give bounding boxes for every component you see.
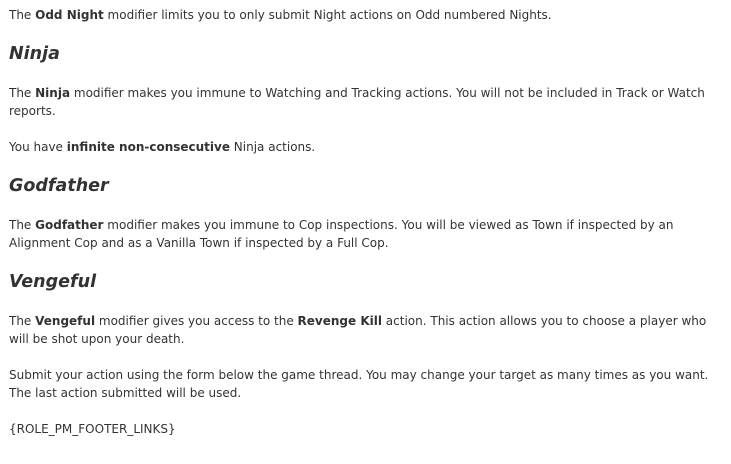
text-run: modifier limits you to only submit Night… — [103, 8, 552, 22]
ninja-actions-term: infinite non-consecutive — [66, 140, 230, 154]
vengeful-term: Vengeful — [35, 314, 96, 328]
odd-night-term: Odd Night — [35, 8, 104, 22]
text-run: Ninja actions. — [229, 140, 316, 154]
text-run: modifier makes you immune to Watching an… — [9, 86, 705, 118]
vengeful-heading: Vengeful — [9, 272, 97, 292]
text-run: The — [9, 314, 36, 328]
text-run: The — [9, 86, 36, 100]
odd-night-description: The Odd Night modifier limits you to onl… — [9, 6, 721, 24]
text-run: modifier makes you immune to Cop inspect… — [9, 218, 674, 250]
text-run: The — [9, 8, 36, 22]
ninja-term: Ninja — [35, 86, 71, 100]
revenge-kill-term: Revenge Kill — [297, 314, 382, 328]
vengeful-description: The Vengeful modifier gives you access t… — [9, 312, 721, 348]
godfather-description: The Godfather modifier makes you immune … — [9, 216, 721, 252]
ninja-description: The Ninja modifier makes you immune to W… — [9, 84, 721, 120]
role-pm-content: The Odd Night modifier limits you to onl… — [0, 0, 731, 464]
godfather-term: Godfather — [35, 218, 104, 232]
text-run: The — [9, 218, 36, 232]
text-run: You have — [9, 140, 67, 154]
footer-links-placeholder: {ROLE_PM_FOOTER_LINKS} — [9, 422, 176, 436]
ninja-actions-note: You have infinite non-consecutive Ninja … — [9, 138, 721, 156]
submit-action-note: Submit your action using the form below … — [9, 368, 709, 400]
godfather-heading: Godfather — [9, 176, 109, 196]
ninja-heading: Ninja — [9, 44, 60, 64]
text-run: modifier gives you access to the — [95, 314, 298, 328]
